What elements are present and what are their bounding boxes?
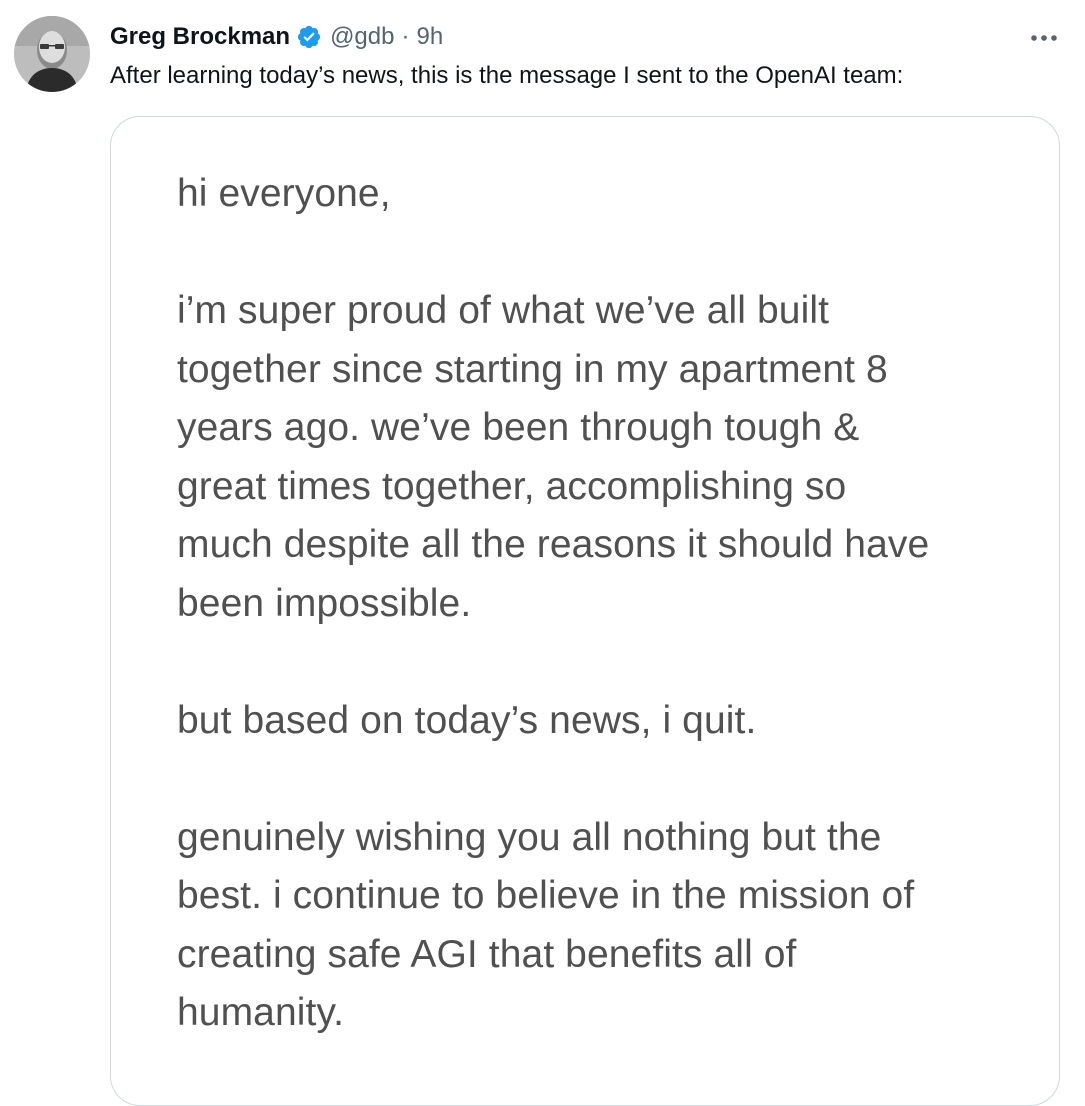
note-line: much despite all the reasons it should h… — [177, 523, 930, 566]
note-line — [177, 224, 1037, 283]
timestamp[interactable]: 9h — [416, 23, 443, 51]
note-text: hi everyone, i’m super proud of what we’… — [177, 165, 1037, 1043]
note-line: best. i continue to believe in the missi… — [177, 874, 915, 917]
note-line: creating safe AGI that benefits all of — [177, 932, 797, 976]
note-line: humanity. — [177, 991, 345, 1034]
more-horizontal-icon — [1031, 35, 1057, 41]
more-options-button[interactable] — [1022, 22, 1066, 54]
note-line: hi everyone, — [177, 172, 391, 215]
verified-badge-icon — [296, 24, 322, 50]
note-line: but based on today’s news, i quit. — [177, 698, 757, 742]
note-line: together since starting in my apartment … — [177, 347, 888, 391]
note-line — [177, 633, 1037, 692]
author-handle[interactable]: @gdb — [330, 23, 394, 51]
note-line: great times together, accomplishing so — [177, 464, 847, 508]
author-name[interactable]: Greg Brockman — [110, 23, 290, 51]
tweet-text: After learning today’s news, this is the… — [110, 62, 904, 89]
note-line: years ago. we’ve been through tough & — [177, 406, 860, 449]
separator-dot: · — [401, 23, 410, 50]
note-line: i’m super proud of what we’ve all built — [177, 289, 830, 332]
avatar-photo-icon — [14, 16, 90, 92]
note-line: genuinely wishing you all nothing but th… — [177, 815, 882, 859]
note-line — [177, 750, 1037, 809]
avatar[interactable] — [14, 16, 90, 92]
tweet-header: Greg Brockman @gdb · 9h — [110, 20, 443, 54]
note-line: been impossible. — [177, 581, 472, 625]
media-card[interactable]: hi everyone, i’m super proud of what we’… — [110, 116, 1060, 1106]
